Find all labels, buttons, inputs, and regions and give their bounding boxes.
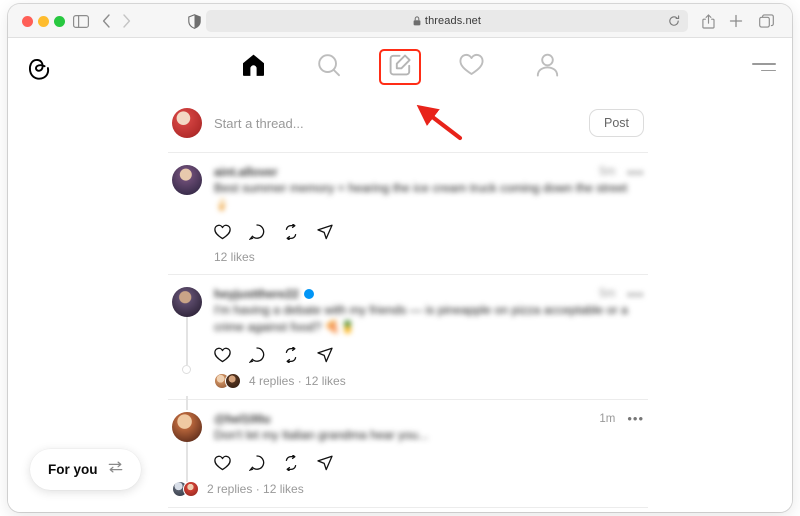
share-icon[interactable] <box>317 224 333 240</box>
reply-icon[interactable] <box>249 347 265 363</box>
plus-icon[interactable] <box>724 4 748 38</box>
avatar[interactable] <box>172 165 202 195</box>
thread-connector <box>186 441 188 482</box>
verified-badge-icon <box>303 289 314 300</box>
avatar[interactable] <box>172 411 202 442</box>
repost-icon[interactable] <box>283 455 299 472</box>
post-timestamp: 5m <box>599 166 616 178</box>
chevron-right-icon[interactable] <box>116 4 136 38</box>
more-options-icon[interactable]: ••• <box>627 166 644 179</box>
avatar <box>225 372 241 389</box>
nav-search-button[interactable] <box>303 46 355 88</box>
home-icon <box>241 53 266 82</box>
thread-connector <box>186 317 188 366</box>
like-icon[interactable] <box>214 347 231 363</box>
post-text: I'm having a debate with my friends — is… <box>214 303 628 334</box>
avatar <box>183 481 199 498</box>
nav-home-button[interactable] <box>227 46 279 88</box>
feed-switcher-label: For you <box>48 462 98 477</box>
post-username[interactable]: aint.allover <box>214 165 277 179</box>
swap-arrows-icon <box>108 460 123 479</box>
post-username[interactable]: @hel100u <box>214 412 270 426</box>
feed-column: Start a thread... Post aint.allover 5m •… <box>168 96 648 509</box>
post-stats-text: 4 replies · 12 likes <box>249 373 346 388</box>
more-options-icon[interactable]: ••• <box>627 412 644 425</box>
thread-composer[interactable]: Start a thread... Post <box>168 96 648 153</box>
post-timestamp: 5m <box>599 288 616 301</box>
avatar[interactable] <box>172 287 202 318</box>
share-icon[interactable] <box>317 455 333 471</box>
hamburger-menu-icon[interactable] <box>750 56 776 78</box>
url-text: threads.net <box>424 15 482 27</box>
share-icon[interactable] <box>696 4 720 38</box>
reply-avatars <box>214 372 241 389</box>
threads-nav-bar <box>8 38 792 96</box>
window-zoom-button[interactable] <box>54 16 65 27</box>
share-icon[interactable] <box>317 347 333 363</box>
lock-icon <box>413 16 421 26</box>
chevron-left-icon[interactable] <box>96 4 116 38</box>
reader-privacy-icon[interactable] <box>184 4 204 38</box>
compose-icon <box>389 54 411 81</box>
post-timestamp: 1m <box>599 412 616 425</box>
browser-toolbar: threads.net <box>8 4 792 38</box>
sidebar-toggle-icon[interactable] <box>70 4 92 38</box>
post-stats-text: 12 likes <box>214 250 255 265</box>
post-actions <box>214 455 644 472</box>
like-icon[interactable] <box>214 455 231 471</box>
post-stats[interactable]: 2 replies · 12 likes <box>172 481 644 498</box>
nav-compose-button[interactable] <box>379 49 421 85</box>
post-item[interactable]: heyjustthere22 5m ••• I'm having a debat… <box>168 275 648 400</box>
person-icon <box>536 53 559 82</box>
repost-icon[interactable] <box>283 224 299 241</box>
address-bar[interactable]: threads.net <box>206 10 688 32</box>
more-options-icon[interactable]: ••• <box>627 288 644 301</box>
post-button[interactable]: Post <box>588 109 644 137</box>
like-icon[interactable] <box>214 224 231 240</box>
post-text: Don't let my Italian grandma hear you... <box>214 427 429 442</box>
reload-icon[interactable] <box>668 10 680 32</box>
threads-logo-icon[interactable] <box>22 50 56 84</box>
post-item[interactable]: @hel100u 1m ••• Don't let my Italian gra… <box>168 395 648 509</box>
search-icon <box>317 53 341 82</box>
nav-activity-button[interactable] <box>445 46 497 88</box>
thread-connector <box>186 395 188 410</box>
post-stats[interactable]: 12 likes <box>214 250 644 264</box>
composer-placeholder[interactable]: Start a thread... <box>214 116 589 131</box>
post-actions <box>214 224 644 241</box>
browser-window: threads.net Start a thread... Post aint.… <box>8 4 792 512</box>
window-close-button[interactable] <box>22 16 33 27</box>
post-username[interactable]: heyjustthere22 <box>214 287 299 301</box>
post-stats-text: 2 replies · 12 likes <box>207 482 304 497</box>
window-minimize-button[interactable] <box>38 16 49 27</box>
post-item[interactable]: aint.allover 5m ••• Best summer memory =… <box>168 153 648 276</box>
nav-center-group <box>227 46 573 88</box>
reply-avatars <box>172 481 199 498</box>
reply-icon[interactable] <box>249 455 265 472</box>
heart-icon <box>458 53 484 81</box>
post-stats[interactable]: 4 replies · 12 likes <box>214 372 644 389</box>
reply-icon[interactable] <box>249 224 265 241</box>
feed-switcher-button[interactable]: For you <box>30 449 141 490</box>
nav-profile-button[interactable] <box>521 46 573 88</box>
post-actions <box>214 346 644 363</box>
threads-page: Start a thread... Post aint.allover 5m •… <box>8 38 792 512</box>
tab-overview-icon[interactable] <box>754 4 778 38</box>
avatar[interactable] <box>172 108 202 138</box>
repost-icon[interactable] <box>283 346 299 363</box>
post-text: Best summer memory = hearing the ice cre… <box>214 181 628 212</box>
